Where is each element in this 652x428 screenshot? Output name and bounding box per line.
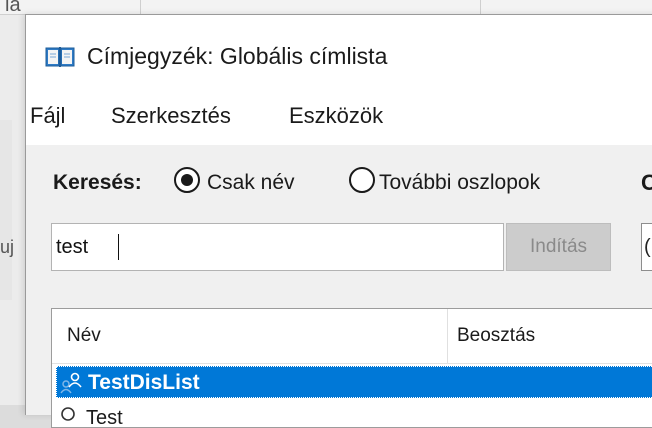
contact-icon [58,405,78,425]
background-text-fragment: la [5,0,21,16]
background-divider [140,0,141,14]
clipped-label: C [641,170,652,195]
radio-name-only-label[interactable]: Csak név [207,171,295,195]
column-header-title[interactable]: Beosztás [457,325,535,347]
text-caret [118,234,119,260]
list-item-selected[interactable]: TestDisList [56,366,652,398]
dialog-title: Címjegyzék: Globális címlista [87,43,388,69]
radio-selected-dot [181,174,193,186]
dropdown-text-fragment: ( [644,236,651,258]
radio-name-only[interactable] [174,167,200,193]
background-divider [480,0,481,14]
radio-more-columns[interactable] [349,167,375,193]
address-book-icon [45,45,75,69]
distribution-list-icon [59,371,85,395]
search-input-value: test [56,236,89,258]
search-label: Keresés: [53,171,142,194]
dialog-content: Keresés: Csak név További oszlopok C tes… [26,145,652,428]
list-item-name: Test [86,407,123,427]
address-book-dropdown[interactable]: ( [641,223,652,271]
menu-bar: Fájl Szerkesztés Eszközök [26,87,652,145]
search-input[interactable]: test [51,223,504,271]
background-strip [0,120,12,300]
go-button[interactable]: Indítás [506,223,611,271]
background-text-fragment: uj [0,237,15,257]
background-topbar [0,0,652,15]
results-list[interactable]: Név Beosztás TestDisList Test [51,308,652,428]
column-divider[interactable] [447,309,448,363]
menu-file[interactable]: Fájl [30,103,65,129]
list-item-name: TestDisList [88,371,200,394]
column-header-name[interactable]: Név [67,325,101,347]
menu-tools[interactable]: Eszközök [289,103,383,129]
radio-more-columns-label[interactable]: További oszlopok [379,171,540,195]
address-book-dialog: Címjegyzék: Globális címlista Fájl Szerk… [25,14,652,428]
menu-edit[interactable]: Szerkesztés [111,103,231,129]
list-header: Név Beosztás [52,309,652,364]
title-bar[interactable]: Címjegyzék: Globális címlista [26,15,652,87]
